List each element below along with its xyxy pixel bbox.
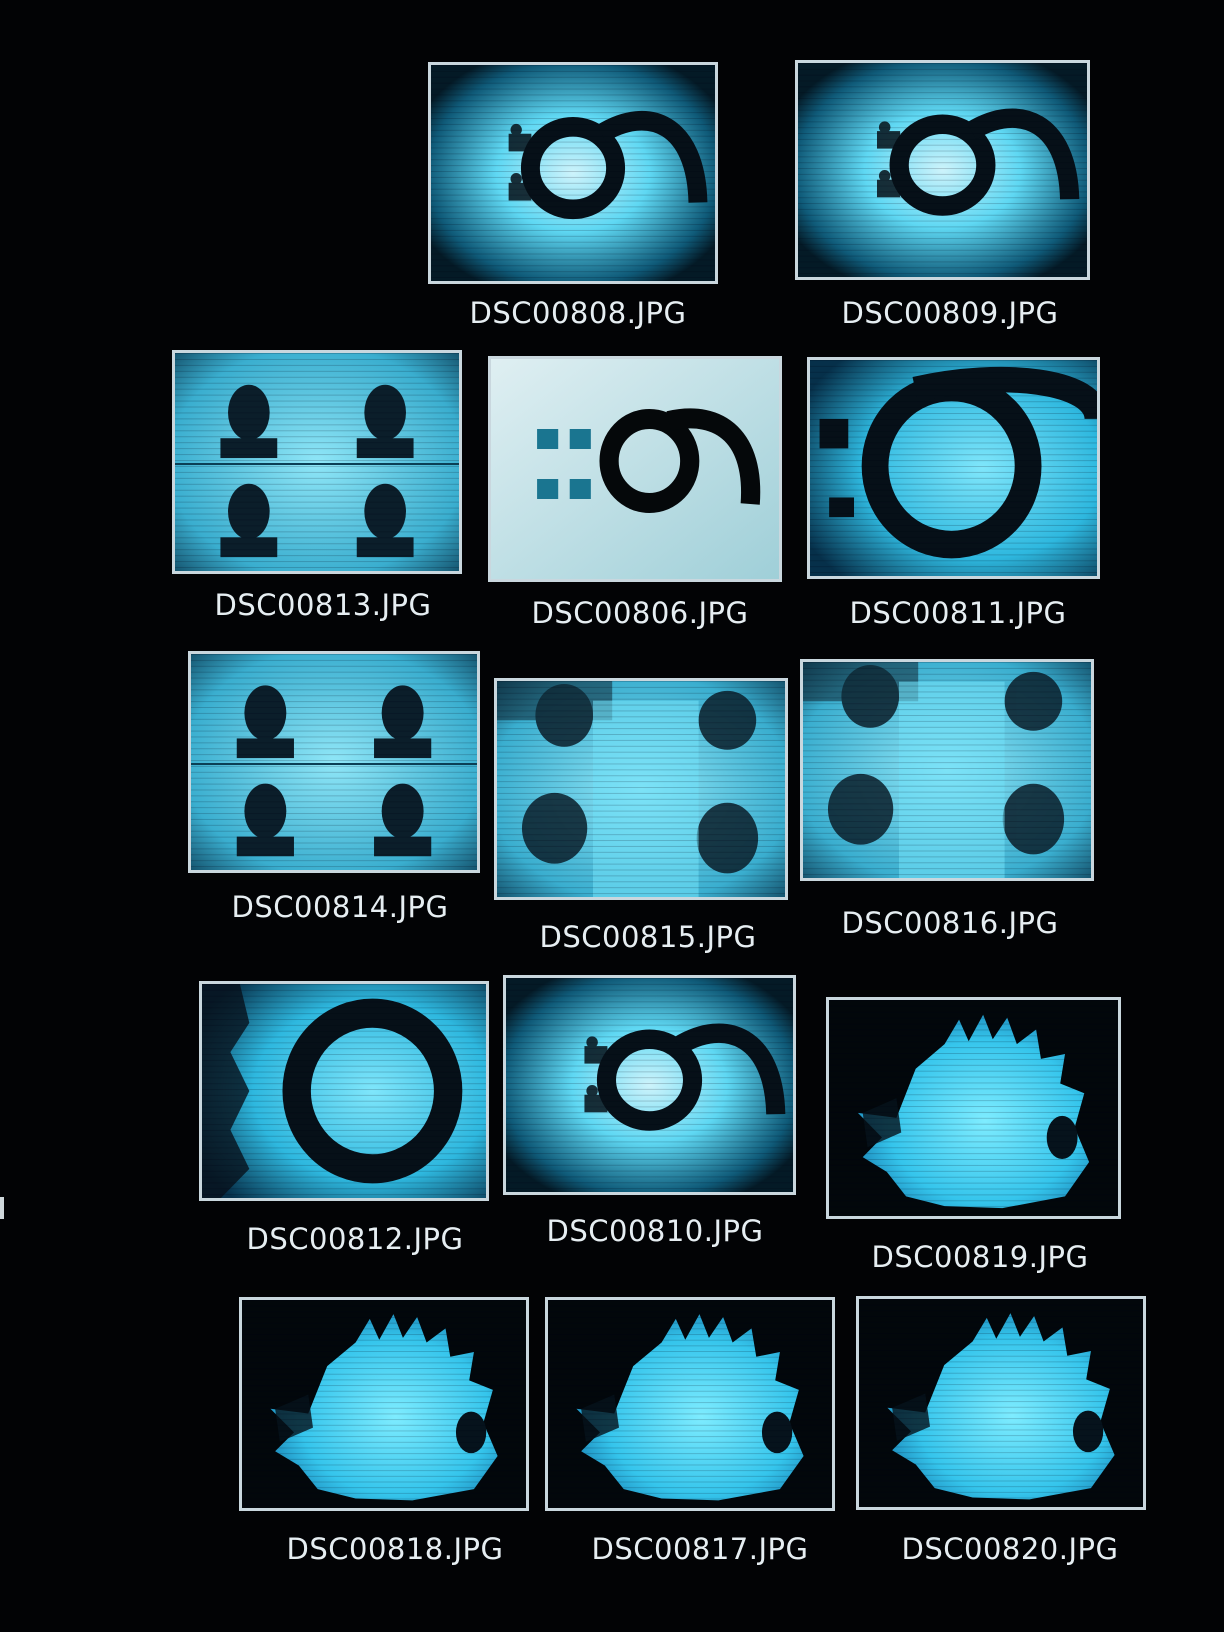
- file-name-label[interactable]: DSC00820.JPG: [850, 1532, 1170, 1566]
- file-name-label[interactable]: DSC00817.JPG: [540, 1532, 860, 1566]
- file-name-label[interactable]: DSC00811.JPG: [798, 596, 1118, 630]
- image-thumbnail[interactable]: [428, 62, 718, 284]
- image-thumbnail[interactable]: [503, 975, 796, 1195]
- image-thumbnail[interactable]: [826, 997, 1121, 1219]
- window-edge-fragment: [0, 1197, 4, 1219]
- file-name-label[interactable]: DSC00819.JPG: [820, 1240, 1140, 1274]
- image-thumbnail[interactable]: [800, 659, 1094, 881]
- image-thumbnail[interactable]: [172, 350, 462, 574]
- image-thumbnail[interactable]: [239, 1297, 529, 1511]
- image-thumbnail[interactable]: [795, 60, 1090, 280]
- file-name-label[interactable]: DSC00816.JPG: [790, 906, 1110, 940]
- image-thumbnail[interactable]: [488, 356, 782, 582]
- file-name-label[interactable]: DSC00813.JPG: [163, 588, 483, 622]
- image-thumbnail[interactable]: [807, 357, 1100, 579]
- file-name-label[interactable]: DSC00818.JPG: [235, 1532, 555, 1566]
- file-name-label[interactable]: DSC00806.JPG: [480, 596, 800, 630]
- file-name-label[interactable]: DSC00810.JPG: [495, 1214, 815, 1248]
- image-thumbnail[interactable]: [494, 678, 788, 900]
- file-name-label[interactable]: DSC00814.JPG: [180, 890, 500, 924]
- file-name-label[interactable]: DSC00812.JPG: [195, 1222, 515, 1256]
- file-browser-icon-view: DSC00808.JPG DSC00809.JPG DSC00813.JPG D…: [0, 0, 1224, 1632]
- file-name-label[interactable]: DSC00808.JPG: [418, 296, 738, 330]
- image-thumbnail[interactable]: [545, 1297, 835, 1511]
- image-thumbnail[interactable]: [199, 981, 489, 1201]
- image-thumbnail[interactable]: [856, 1296, 1146, 1510]
- file-name-label[interactable]: DSC00809.JPG: [790, 296, 1110, 330]
- file-name-label[interactable]: DSC00815.JPG: [488, 920, 808, 954]
- image-thumbnail[interactable]: [188, 651, 480, 873]
